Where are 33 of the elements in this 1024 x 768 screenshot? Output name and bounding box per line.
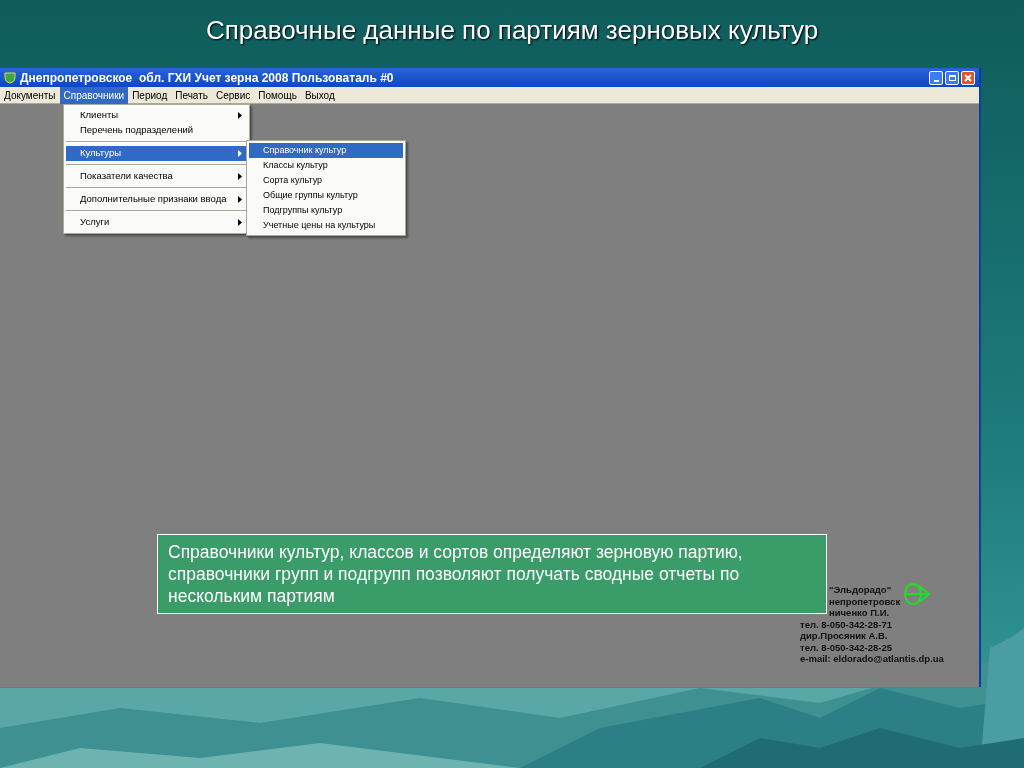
contact-line: дир.Просяник А.В. xyxy=(800,630,889,642)
callout-text: Справочники культур, классов и сортов определяют зерновую партию, справочники групп и подгрупп позволяют получать сводные отчеты по нескольким партиям xyxy=(157,534,827,614)
contact-line: e-mail: eldorado@atlantis.dp.ua xyxy=(800,653,944,665)
contact-line: "Эльдорадо" xyxy=(828,584,893,596)
menu-entry[interactable]: Клиенты xyxy=(66,108,247,123)
menu-entry[interactable]: Услуги xyxy=(66,215,247,230)
menu-entry[interactable]: Подгруппы культур xyxy=(249,203,403,218)
menu-item[interactable]: Выход xyxy=(300,86,339,104)
menu-item[interactable]: Период xyxy=(128,86,172,104)
menu-entry[interactable]: Сорта культур xyxy=(249,173,403,188)
menu-entry[interactable]: Культуры xyxy=(66,146,247,161)
menu-item[interactable]: Помощь xyxy=(254,86,301,104)
menu-entry[interactable]: Учетные цены на культуры xyxy=(249,218,403,233)
slide-title: Справочные данные по партиям зерновых культур xyxy=(205,13,819,47)
menu-entry[interactable]: Классы культур xyxy=(249,158,403,173)
logo-icon xyxy=(903,582,931,606)
contact-line: тел. 8-050-342-28-71 xyxy=(800,618,894,630)
contact-line: ниченко П.И. xyxy=(828,607,891,619)
maximize-button[interactable] xyxy=(945,70,959,85)
menu-entry[interactable]: Перечень подразделений xyxy=(66,123,247,138)
menu-entry[interactable]: Дополнительные признаки ввода xyxy=(66,192,247,207)
contact-line: непропетровск xyxy=(828,595,902,607)
contact-line: тел. 8-050-342-28-25 xyxy=(800,641,894,653)
menu-item[interactable]: Сервис xyxy=(212,86,255,104)
menu-entry[interactable]: Справочник культур xyxy=(249,143,403,158)
close-button[interactable] xyxy=(961,70,975,85)
menu-entry[interactable]: Общие группы культур xyxy=(249,188,403,203)
shield-icon xyxy=(4,71,16,84)
window-title: Днепропетровское обл. ГХИ Учет зерна 2008 Пользоваталь #0 xyxy=(20,69,394,87)
minimize-button[interactable] xyxy=(929,70,943,85)
menu-entry[interactable]: Показатели качества xyxy=(66,169,247,184)
menu-item[interactable]: Печать xyxy=(171,86,212,104)
menu-item[interactable]: Документы xyxy=(0,86,60,104)
